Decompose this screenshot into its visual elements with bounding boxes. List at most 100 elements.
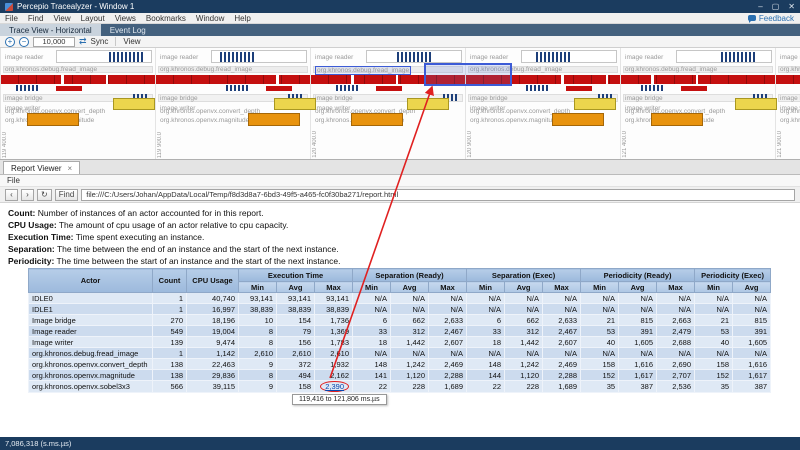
sync-arrows-icon[interactable]: ⇄ (79, 36, 87, 47)
url-field[interactable]: file:///C:/Users/Johan/AppData/Local/Tem… (81, 189, 795, 201)
close-button[interactable]: ✕ (788, 2, 795, 11)
sobel-exec-bar[interactable] (1, 75, 156, 84)
forward-button[interactable]: › (21, 189, 34, 201)
trace-section-1[interactable]: image readerorg.khronos.debug.fread_imag… (0, 48, 155, 160)
magnitude-exec-bar[interactable] (351, 113, 403, 126)
sobel-exec-bar[interactable] (776, 75, 800, 84)
sub-header[interactable]: Avg (391, 282, 429, 293)
maximize-button[interactable]: ▢ (772, 2, 780, 11)
convert-depth-exec-bar[interactable] (113, 98, 155, 110)
group-header[interactable]: Separation (Exec) (467, 269, 581, 282)
zoom-out-icon[interactable]: − (19, 37, 29, 47)
menu-views[interactable]: Views (115, 14, 136, 23)
table-row[interactable]: Image reader54919,0048791,369333122,4673… (29, 326, 771, 337)
trace-view[interactable]: image readerorg.khronos.debug.fread_imag… (0, 48, 800, 160)
table-row[interactable]: Image writer1399,47481561,783181,4422,60… (29, 337, 771, 348)
group-header[interactable]: Periodicity (Exec) (695, 269, 771, 282)
exec-max-link[interactable]: 2,390 (320, 381, 349, 392)
menu-window[interactable]: Window (196, 14, 224, 23)
value-cell: 40 (581, 337, 619, 348)
exec-segment[interactable] (681, 86, 707, 91)
menu-bookmarks[interactable]: Bookmarks (146, 14, 186, 23)
zoom-in-icon[interactable]: + (5, 37, 15, 47)
event-ticks-icon[interactable] (226, 85, 248, 91)
sobel-exec-bar[interactable] (621, 75, 776, 84)
sub-header[interactable]: Avg (619, 282, 657, 293)
sub-header[interactable]: Min (353, 282, 391, 293)
convert-depth-exec-bar[interactable] (274, 98, 316, 110)
table-row[interactable]: IDLE1116,99738,83938,83938,839N/AN/AN/AN… (29, 304, 771, 315)
group-header[interactable]: Separation (Ready) (353, 269, 467, 282)
find-button[interactable]: Find (55, 189, 79, 201)
menu-layout[interactable]: Layout (81, 14, 105, 23)
sub-header[interactable]: Avg (277, 282, 315, 293)
table-row[interactable]: org.khronos.openvx.convert_depth13822,46… (29, 359, 771, 370)
sub-header[interactable]: Min (695, 282, 733, 293)
sub-header[interactable]: Min (581, 282, 619, 293)
event-ticks-icon[interactable] (397, 52, 431, 62)
menu-view[interactable]: View (53, 14, 70, 23)
tab-trace-view-horizontal[interactable]: Trace View - Horizontal (0, 24, 101, 36)
magnitude-exec-bar[interactable] (27, 113, 79, 126)
event-ticks-icon[interactable] (109, 52, 143, 62)
column-header[interactable]: Actor (29, 269, 153, 293)
convert-depth-exec-bar[interactable] (735, 98, 777, 110)
convert-depth-exec-bar[interactable] (407, 98, 449, 110)
refresh-button[interactable]: ↻ (37, 189, 52, 201)
table-row[interactable]: Image bridge27018,196101541,73666622,633… (29, 315, 771, 326)
group-header[interactable]: Periodicity (Ready) (581, 269, 695, 282)
trace-section-6[interactable]: image readerorg.khronos.debug.fread_imag… (775, 48, 800, 160)
event-ticks-icon[interactable] (526, 85, 548, 91)
zoom-value-field[interactable]: 10,000 (33, 37, 75, 47)
column-header[interactable]: Count (153, 269, 187, 293)
view-dropdown[interactable]: View (123, 37, 140, 46)
exec-segment[interactable] (56, 86, 82, 91)
menu-find[interactable]: Find (28, 14, 44, 23)
time-axis-label: 119 400.0 (2, 132, 8, 158)
table-row[interactable]: org.khronos.openvx.sobel3x356639,1159158… (29, 381, 771, 393)
table-row[interactable]: org.khronos.debug.fread_image11,1422,610… (29, 348, 771, 359)
sub-header[interactable]: Min (239, 282, 277, 293)
exec-segment[interactable] (566, 86, 592, 91)
menu-help[interactable]: Help (234, 14, 250, 23)
sync-label[interactable]: Sync (91, 37, 109, 46)
trace-section-5[interactable]: image readerorg.khronos.debug.fread_imag… (620, 48, 775, 160)
magnitude-exec-bar[interactable] (552, 113, 604, 126)
sub-header[interactable]: Avg (505, 282, 543, 293)
trace-section-2[interactable]: image readerorg.khronos.debug.fread_imag… (155, 48, 310, 160)
event-ticks-icon[interactable] (721, 52, 755, 62)
sub-header[interactable]: Max (429, 282, 467, 293)
event-ticks-icon[interactable] (536, 52, 570, 62)
sub-header[interactable]: Avg (733, 282, 771, 293)
back-button[interactable]: ‹ (5, 189, 18, 201)
sub-header[interactable]: Min (467, 282, 505, 293)
sub-header[interactable]: Max (657, 282, 695, 293)
table-row[interactable]: org.khronos.openvx.magnitude13829,836849… (29, 370, 771, 381)
menu-file[interactable]: File (5, 14, 18, 23)
sobel-exec-bar[interactable] (156, 75, 311, 84)
event-ticks-icon[interactable] (16, 85, 38, 91)
definition-line: Periodicity: The time between the start … (8, 256, 340, 268)
group-header[interactable]: Execution Time (239, 269, 353, 282)
exec-segment[interactable] (266, 86, 292, 91)
trace-selection-box[interactable] (424, 63, 512, 86)
table-row[interactable]: IDLE0140,74093,14193,14193,141N/AN/AN/AN… (29, 293, 771, 304)
feedback-button[interactable]: Feedback (748, 14, 794, 23)
event-ticks-icon[interactable] (641, 85, 663, 91)
event-ticks-icon[interactable] (220, 52, 254, 62)
minimize-button[interactable]: – (758, 2, 762, 11)
value-cell: N/A (695, 293, 733, 304)
magnitude-exec-bar[interactable] (248, 113, 300, 126)
report-menu-file[interactable]: File (7, 176, 20, 185)
exec-segment[interactable] (376, 86, 402, 91)
sub-header[interactable]: Max (543, 282, 581, 293)
tab-event-log[interactable]: Event Log (101, 24, 155, 36)
sub-header[interactable]: Max (315, 282, 353, 293)
convert-depth-exec-bar[interactable] (574, 98, 616, 110)
column-header[interactable]: CPU Usage (187, 269, 239, 293)
tab-report-viewer[interactable]: Report Viewer × (3, 161, 80, 174)
lane-events (1, 85, 156, 92)
event-ticks-icon[interactable] (336, 85, 358, 91)
report-tab-close-icon[interactable]: × (68, 164, 73, 173)
magnitude-exec-bar[interactable] (651, 113, 703, 126)
